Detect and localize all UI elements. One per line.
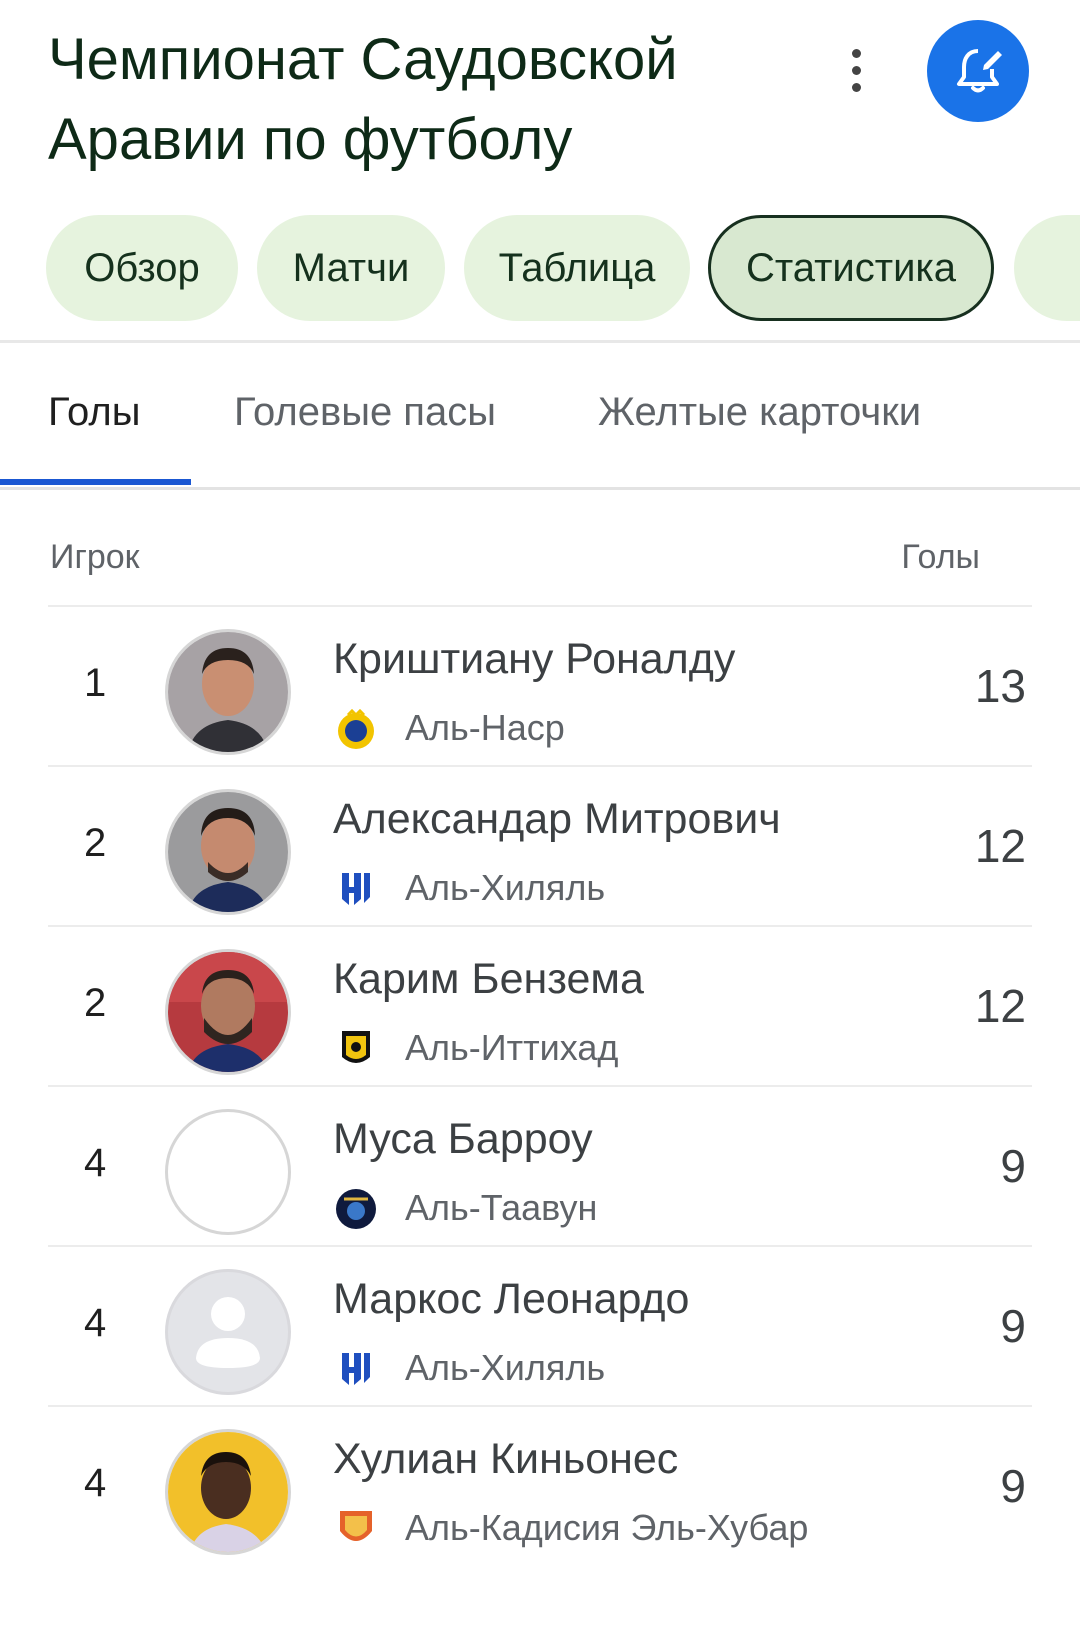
column-header-goals: Голы xyxy=(901,538,980,576)
player-photo xyxy=(168,632,288,752)
player-name: Маркос Леонардо xyxy=(333,1275,690,1323)
team-name: Аль-Хиляль xyxy=(405,867,606,908)
rank: 1 xyxy=(84,661,107,705)
header: Чемпионат Саудовской Аравии по футболу xyxy=(0,0,1080,200)
goals-count: 9 xyxy=(1000,1140,1026,1192)
al-nassr-logo xyxy=(338,708,374,749)
notify-button[interactable] xyxy=(927,20,1029,122)
column-header-player: Игрок xyxy=(50,538,140,576)
player-photo xyxy=(168,952,288,1072)
team-name: Аль-Кадисия Эль-Хубар xyxy=(405,1507,809,1548)
tab-assists[interactable]: Голевые пасы xyxy=(234,390,496,435)
al-taawoun-logo xyxy=(336,1189,376,1229)
chip-matches[interactable]: Матчи xyxy=(257,215,445,321)
chip-overview[interactable]: Обзор xyxy=(46,215,238,321)
table-row[interactable]: 1 Криштиану Роналду Аль-Наср 13 xyxy=(48,605,1032,773)
divider xyxy=(0,340,1080,343)
team-name: Аль-Таавун xyxy=(405,1187,598,1228)
rank: 2 xyxy=(84,821,107,865)
page-title: Чемпионат Саудовской Аравии по футболу xyxy=(48,27,678,172)
player-avatar xyxy=(165,949,291,1075)
table-row[interactable]: 2 Александар Митрович Аль-Хиляль 12 xyxy=(48,765,1032,933)
tab-goals[interactable]: Голы xyxy=(48,390,140,435)
goals-count: 12 xyxy=(974,820,1026,872)
player-name: Муса Барроу xyxy=(333,1115,593,1163)
table-row[interactable]: 4 Муса Барроу Аль-Таавун 9 xyxy=(48,1085,1032,1253)
player-photo xyxy=(168,792,288,912)
divider xyxy=(0,487,1080,490)
section-chips: Обзор Матчи Таблица Статистика xyxy=(0,215,1080,325)
stats-tabs: Голы Голевые пасы Желтые карточки xyxy=(0,345,1080,487)
player-avatar xyxy=(165,1269,291,1395)
player-name: Александар Митрович xyxy=(333,795,781,843)
al-qadsiah-logo xyxy=(340,1511,372,1541)
bell-edit-icon xyxy=(957,49,1002,93)
al-hilal-logo xyxy=(342,873,370,905)
tab-yellow-cards[interactable]: Желтые карточки xyxy=(598,390,921,435)
more-options-button[interactable] xyxy=(836,40,876,100)
rank: 4 xyxy=(84,1141,107,1185)
player-avatar-empty xyxy=(165,1109,291,1235)
rank: 2 xyxy=(84,981,107,1025)
team-name: Аль-Иттихад xyxy=(405,1027,619,1068)
player-name: Хулиан Киньонес xyxy=(333,1435,679,1483)
table-row[interactable]: 2 Карим Бензема Аль-Иттихад 12 xyxy=(48,925,1032,1093)
player-photo xyxy=(168,1432,288,1552)
team-name: Аль-Наср xyxy=(405,707,565,748)
player-avatar xyxy=(165,629,291,755)
player-name: Карим Бензема xyxy=(333,955,644,1003)
rank: 4 xyxy=(84,1461,107,1505)
al-hilal-logo xyxy=(342,1353,370,1385)
goals-count: 9 xyxy=(1000,1460,1026,1512)
more-vert-icon xyxy=(851,48,861,58)
chip-next[interactable] xyxy=(1014,215,1080,321)
more-vert-dot xyxy=(851,65,861,75)
table-row[interactable]: 4 Хулиан Киньонес Аль-Кадисия Эль-Хубар … xyxy=(48,1405,1032,1573)
goals-count: 9 xyxy=(1000,1300,1026,1352)
player-avatar xyxy=(165,789,291,915)
chip-stats[interactable]: Статистика xyxy=(708,215,994,321)
active-tab-indicator xyxy=(0,479,191,485)
more-vert-dot xyxy=(851,82,861,92)
player-name: Криштиану Роналду xyxy=(333,635,736,683)
player-avatar xyxy=(165,1429,291,1555)
al-ittihad-logo xyxy=(342,1031,370,1063)
goals-count: 13 xyxy=(974,660,1026,712)
rank: 4 xyxy=(84,1301,107,1345)
goals-count: 12 xyxy=(974,980,1026,1032)
table-row[interactable]: 4 Маркос Леонардо Аль-Хиляль 9 xyxy=(48,1245,1032,1413)
team-name: Аль-Хиляль xyxy=(405,1347,606,1388)
placeholder-person-icon xyxy=(196,1297,260,1368)
chip-standings[interactable]: Таблица xyxy=(464,215,690,321)
